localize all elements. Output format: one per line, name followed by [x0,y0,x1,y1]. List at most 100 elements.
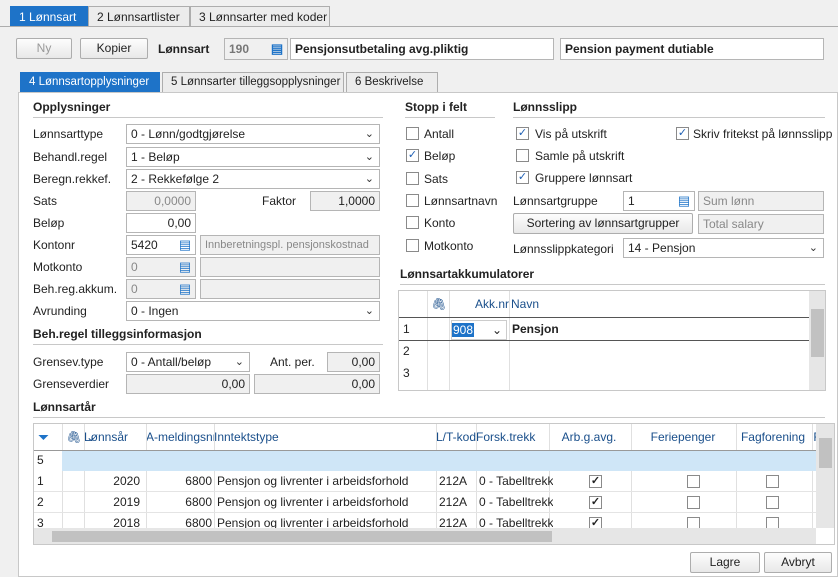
stopp-checkbox[interactable] [406,127,419,140]
row-number: 3 [403,366,410,380]
beregn-select[interactable]: 2 - Rekkefølge 2 ⌄ [126,169,380,189]
col-akknr[interactable]: Akk.nr [475,291,510,317]
yr-hscrollbar[interactable] [34,528,816,544]
tab-lonnsarter-med-koder[interactable]: 3 Lønnsarter med koder [190,6,330,26]
lookup-icon[interactable]: ▤ [676,194,692,208]
col-navn[interactable]: Navn [511,291,611,317]
antper-label: Ant. per. [270,355,315,369]
col-header[interactable]: Arb.g.avg. [549,424,629,450]
kategori-value: 14 - Pensjon [628,241,696,255]
behandl-label: Behandl.regel [33,150,108,164]
lookup-icon[interactable]: ▤ [269,42,285,56]
skriv-label: Skriv fritekst på lønnsslipp [693,127,833,141]
samle-checkbox[interactable] [516,149,529,162]
kontonr-input[interactable]: 5420 ▤ [126,235,196,255]
ferie-checkbox[interactable] [687,496,700,509]
stopp-label: Sats [424,171,449,186]
chevron-down-icon: ⌄ [808,242,818,254]
akknr-value: 908 [452,323,475,337]
year-cell: 2020 [113,474,140,488]
avrunding-select[interactable]: 0 - Ingen ⌄ [126,301,380,321]
tab-lonnsartopplysninger[interactable]: 4 Lønnsartopplysninger [20,72,160,92]
behreg-desc [200,279,380,299]
beregn-value: 2 - Rekkefølge 2 [131,172,220,186]
lonnsart-name-input[interactable]: Pensjonsutbetaling avg.pliktig [290,38,554,60]
lt-kode-cell: 212A [439,495,468,509]
motkonto-value: 0 [131,260,138,274]
lookup-icon[interactable]: ▤ [177,260,193,274]
cancel-button[interactable]: Avbryt [764,552,832,573]
row-number: 2 [37,495,44,509]
skriv-checkbox[interactable]: ✓ [676,127,689,140]
behandl-select[interactable]: 1 - Beløp ⌄ [126,147,380,167]
stopp-checkbox[interactable] [406,238,419,252]
akk-scrollbar[interactable] [809,291,825,390]
stopp-label: Motkonto [424,238,474,253]
fag-checkbox[interactable] [766,475,779,488]
inntektstype-cell: Pensjon og livrenter i arbeidsforhold [217,474,409,488]
lonnsart-name-en-input[interactable]: Pension payment dutiable [560,38,824,60]
akknr-select[interactable]: 908 ⌄ [451,320,507,340]
lonnsart-code-input[interactable]: 190 ▤ [224,38,288,60]
row-number: 1 [37,474,44,488]
lonnsart-label: Lønnsart [158,42,210,56]
save-button[interactable]: Lagre [690,552,760,573]
motkonto-label: Motkonto [33,260,83,274]
lonnsarttype-label: Lønnsarttype [33,127,104,141]
col-header[interactable]: Fagforening [736,424,810,450]
lookup-icon[interactable]: ▤ [177,238,193,252]
stopp-checkbox[interactable] [406,171,419,185]
new-row[interactable] [62,451,816,471]
lt-kode-cell: 212A [439,474,468,488]
tab-lonnsart[interactable]: 1 Lønnsart [10,6,88,26]
akkumulatorer-header: Lønnsartakkumulatorer [400,267,535,281]
lookup-icon[interactable]: ▤ [177,282,193,296]
stopp-checkbox[interactable] [406,216,419,230]
lonnsarttype-select[interactable]: 0 - Lønn/godtgjørelse ⌄ [126,124,380,144]
kontonr-desc: Innberetningspl. pensjonskostnad [200,235,380,255]
arb-checkbox[interactable]: ✓ [589,475,602,488]
belop-label: Beløp [33,216,65,230]
ferie-checkbox[interactable] [687,475,700,488]
col-header[interactable]: Feriepenger [631,424,735,450]
gruppere-checkbox[interactable]: ✓ [516,171,529,184]
fag-checkbox[interactable] [766,496,779,509]
forsk-trekk-cell: 0 - Tabelltrekk [479,474,554,488]
lonnsartar-grid: ⏷ 🖇 ⌄ Lønnsår A-meldingsnr Inntektstype L/T… [33,423,835,545]
sortering-button[interactable]: Sortering av lønnsartgrupper [513,213,693,234]
col-header[interactable]: Inntektstype [214,424,434,450]
yr-vscrollbar[interactable] [816,424,834,528]
stopp-checkbox[interactable] [406,193,419,207]
filter-icon[interactable]: ⏷ [38,424,58,450]
gruppe-desc: Sum lønn [698,191,824,211]
opplysninger-header: Opplysninger [33,100,111,114]
behreg-label: Beh.reg.akkum. [33,282,118,296]
chevron-down-icon: ⌄ [234,356,244,368]
tab-beskrivelse[interactable]: 6 Beskrivelse [346,72,438,92]
vis-label: Vis på utskrift [535,127,607,141]
col-header[interactable]: Forsk.trekk [476,424,548,450]
grensevtype-value: 0 - Antall/beløp [131,355,212,369]
faktor-label: Faktor [262,194,297,208]
faktor-input: 1,0000 [310,191,380,211]
col-header[interactable]: L/T-kod [436,424,476,450]
new-button[interactable]: Ny [16,38,72,59]
stopp-header: Stopp i felt [405,100,467,114]
vis-checkbox[interactable]: ✓ [516,127,529,140]
col-header[interactable]: A-meldingsnr [146,424,214,450]
col-header[interactable]: Lønnsår [84,424,146,450]
ameldingsnr-cell: 6800 [185,495,212,509]
stopp-checkbox[interactable]: ✓ [406,149,419,163]
copy-button[interactable]: Kopier [80,38,148,59]
tab-tilleggsopplysninger[interactable]: 5 Lønnsarter tilleggsopplysninger [162,72,344,92]
belop-input[interactable]: 0,00 [126,213,196,233]
active-row-line [399,340,809,341]
tab-lonnsartlister[interactable]: 2 Lønnsartlister [88,6,190,26]
kategori-select[interactable]: 14 - Pensjon ⌄ [623,238,824,258]
row-number: 2 [403,344,410,358]
grensevtype-select[interactable]: 0 - Antall/beløp ⌄ [126,352,250,372]
arb-checkbox[interactable]: ✓ [589,496,602,509]
new-row-number: 5 [37,453,44,467]
chevron-down-icon: ⌄ [364,128,374,140]
gruppe-input[interactable]: 1 ▤ [623,191,695,211]
